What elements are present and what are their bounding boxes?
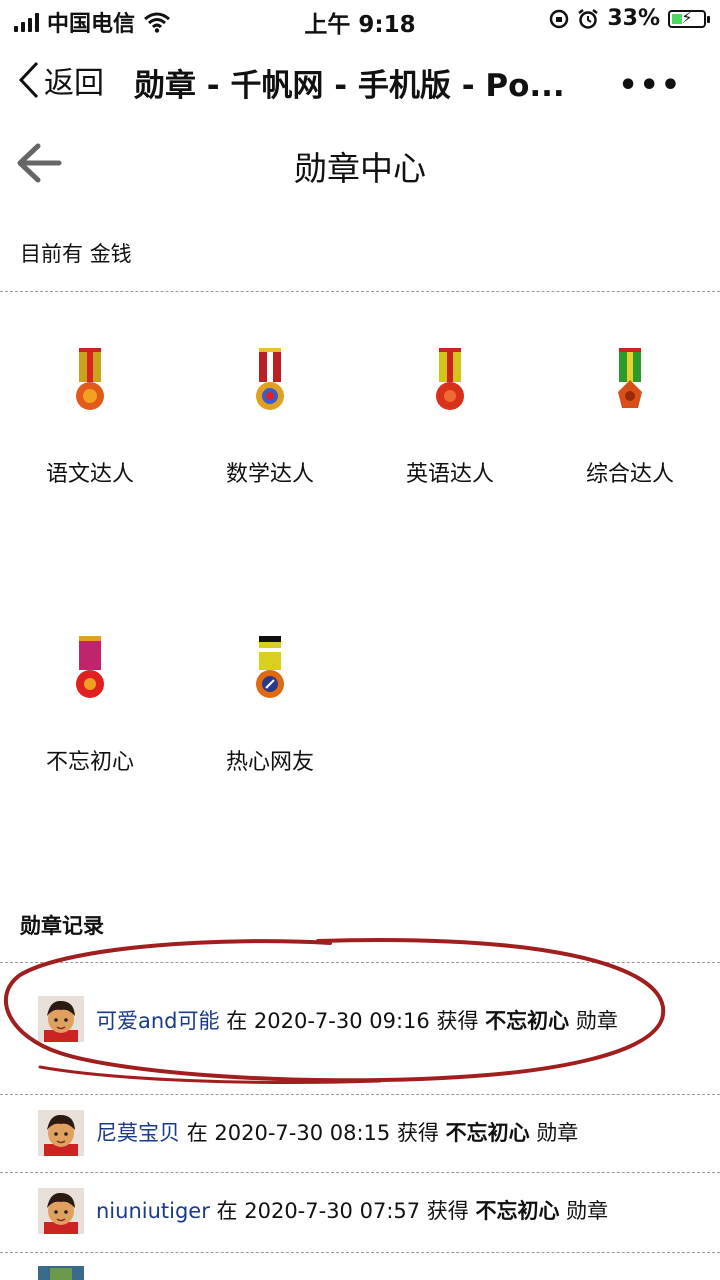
- money-value: 金钱: [89, 242, 132, 266]
- record-medal-name: 不忘初心: [445, 1121, 530, 1145]
- medal-icon: [256, 348, 284, 410]
- medal-name: 语文达人: [45, 462, 134, 487]
- medal-icon: [256, 636, 284, 698]
- medal-name: 英语达人: [405, 462, 494, 487]
- medal-icon: [618, 348, 642, 408]
- money-label: 目前有: [20, 242, 83, 266]
- record-medal-name: 不忘初心: [485, 1009, 570, 1033]
- rotation-lock-icon: [550, 9, 569, 28]
- avatar[interactable]: [38, 996, 84, 1042]
- avatar[interactable]: [38, 1188, 84, 1234]
- browser-back-label: 返回: [44, 66, 104, 101]
- battery-percent: 33%: [607, 6, 660, 31]
- avatar[interactable]: [38, 1110, 84, 1156]
- record-text: 可爱and可能 在 2020-7-30 09:16 获得 不忘初心 勋章: [96, 1004, 636, 1038]
- record-at: 在: [216, 1199, 238, 1223]
- medal-item[interactable]: 数学达人: [180, 346, 360, 488]
- browser-nav-bar: 返回 勋章 - 千帆网 - 手机版 - Po... •••: [0, 50, 720, 114]
- medal-item[interactable]: 综合达人: [540, 346, 720, 488]
- record-row: 尼莫宝贝 在 2020-7-30 08:15 获得 不忘初心 勋章: [0, 1094, 720, 1172]
- record-suffix: 勋章: [536, 1121, 579, 1145]
- status-right: 33% ⚡: [549, 6, 710, 31]
- record-datetime: 2020-7-30 09:16: [253, 1009, 430, 1033]
- medal-icon: [436, 348, 464, 410]
- medal-name: 热心网友: [225, 750, 314, 775]
- medal-name: 不忘初心: [45, 750, 134, 775]
- charging-bolt-icon: ⚡: [681, 7, 693, 27]
- page-title: 勋章中心: [294, 149, 426, 188]
- record-text: niuniutiger 在 2020-7-30 07:57 获得 不忘初心 勋章: [96, 1194, 636, 1228]
- record-suffix: 勋章: [575, 1009, 618, 1033]
- record-datetime: 2020-7-30 08:15: [214, 1121, 391, 1145]
- money-summary: 目前有 金钱: [20, 238, 132, 268]
- record-user-link[interactable]: niuniutiger: [96, 1199, 210, 1223]
- record-medal-name: 不忘初心: [475, 1199, 560, 1223]
- record-user-link[interactable]: 可爱and可能: [96, 1009, 220, 1033]
- status-bar: 中国电信 上午 9:18 33% ⚡: [0, 0, 720, 40]
- page-header: 勋章中心: [0, 130, 720, 200]
- battery-icon: ⚡: [668, 7, 710, 28]
- browser-page-title: 勋章 - 千帆网 - 手机版 - Po...: [134, 68, 565, 104]
- more-menu-button[interactable]: •••: [618, 68, 682, 103]
- record-at: 在: [226, 1009, 248, 1033]
- record-user-link[interactable]: 尼莫宝贝: [96, 1121, 180, 1145]
- medal-item[interactable]: 不忘初心: [0, 634, 180, 776]
- medal-item[interactable]: 英语达人: [360, 346, 540, 488]
- medal-icon: [76, 636, 104, 698]
- record-row: niuniutiger 在 2020-7-30 07:57 获得 不忘初心 勋章: [0, 1172, 720, 1252]
- record-got: 获得: [426, 1199, 469, 1223]
- record-got: 获得: [396, 1121, 439, 1145]
- medal-item[interactable]: 热心网友: [180, 634, 360, 776]
- medal-name: 数学达人: [225, 462, 314, 487]
- medal-item[interactable]: 语文达人: [0, 346, 180, 488]
- records-title: 勋章记录: [20, 914, 104, 938]
- record-datetime: 2020-7-30 07:57: [244, 1199, 421, 1223]
- medal-name: 综合达人: [585, 462, 674, 487]
- avatar[interactable]: [38, 1266, 84, 1280]
- divider: [0, 291, 720, 292]
- divider: [0, 1252, 720, 1253]
- browser-back-button[interactable]: 返回: [18, 58, 104, 102]
- alarm-icon: [578, 8, 599, 29]
- record-row: 可爱and可能 在 2020-7-30 09:16 获得 不忘初心 勋章: [0, 962, 720, 1094]
- record-suffix: 勋章: [566, 1199, 609, 1223]
- record-text: 尼莫宝贝 在 2020-7-30 08:15 获得 不忘初心 勋章: [96, 1116, 636, 1150]
- medal-icon: [76, 348, 104, 410]
- record-got: 获得: [436, 1009, 479, 1033]
- chevron-left-icon: [18, 61, 39, 99]
- record-at: 在: [186, 1121, 208, 1145]
